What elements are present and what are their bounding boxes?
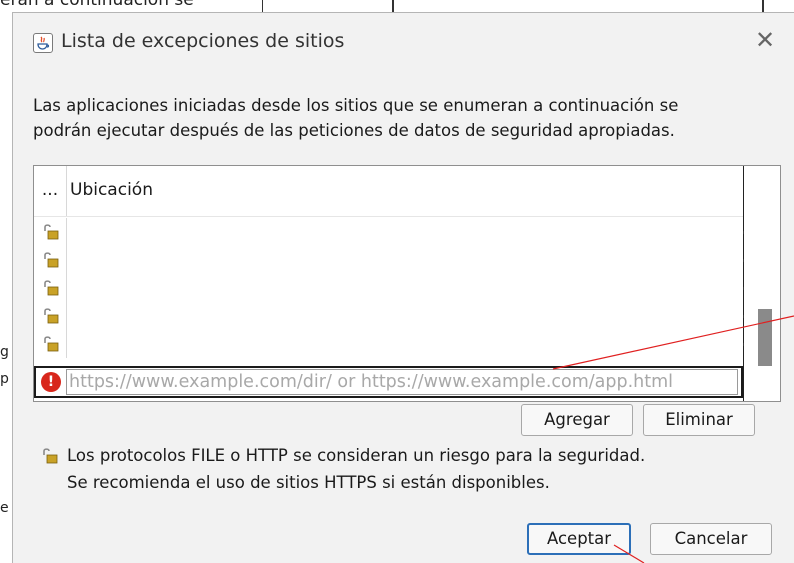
description-line: podrán ejecutar después de las peticione…: [33, 121, 675, 140]
background-divider: [762, 0, 764, 12]
table-edit-row[interactable]: !: [34, 366, 743, 398]
column-header-location[interactable]: Ubicación: [70, 166, 153, 216]
row-icon-cell: [34, 274, 67, 302]
background-divider: [392, 0, 394, 12]
unlocked-padlock-icon: [44, 252, 59, 268]
title-bar[interactable]: Lista de excepciones de sitios ✕: [13, 13, 794, 71]
unlocked-padlock-icon: [44, 308, 59, 324]
unlocked-padlock-icon: [43, 448, 58, 464]
dialog-title: Lista de excepciones de sitios: [61, 30, 345, 52]
background-fragment: e: [0, 500, 9, 516]
site-list-table: ... Ubicación ! https://www.example.com/…: [33, 165, 781, 402]
close-button[interactable]: ✕: [750, 25, 780, 55]
unlocked-padlock-icon: [44, 336, 59, 352]
warning-text: Se recomienda el uso de sitios HTTPS si …: [67, 473, 550, 492]
row-icon-cell: [34, 246, 67, 274]
site-exception-dialog: Lista de excepciones de sitios ✕ Las apl…: [12, 12, 794, 563]
row-icon-cell: !: [36, 368, 66, 396]
row-icon-cell: [34, 330, 67, 358]
table-row[interactable]: [34, 330, 746, 359]
java-icon: [33, 33, 53, 53]
row-icon-cell: [34, 302, 67, 330]
table-row[interactable]: [34, 246, 746, 275]
ok-button[interactable]: Aceptar: [527, 523, 631, 555]
remove-button[interactable]: Eliminar: [643, 404, 755, 436]
close-icon: ✕: [754, 26, 776, 54]
vertical-scrollbar[interactable]: [744, 166, 780, 401]
error-icon: !: [41, 372, 61, 392]
table-header: ... Ubicación: [34, 166, 743, 217]
background-fragment: g: [0, 344, 9, 360]
add-button[interactable]: Agregar: [521, 404, 633, 436]
table-row[interactable]: [34, 274, 746, 303]
unlocked-padlock-icon: [44, 224, 59, 240]
table-row[interactable]: [34, 218, 746, 247]
location-input[interactable]: [66, 369, 738, 395]
table-body: ... Ubicación ! https://www.example.com/…: [34, 166, 746, 401]
unlocked-padlock-icon: [44, 280, 59, 296]
background-divider: [262, 0, 263, 12]
cancel-button[interactable]: Cancelar: [650, 523, 772, 555]
warning-text: Los protocolos FILE o HTTP se consideran…: [67, 446, 646, 465]
table-row[interactable]: [34, 302, 746, 331]
scrollbar-thumb[interactable]: [758, 309, 772, 366]
column-header-icon[interactable]: ...: [34, 166, 67, 216]
dialog-description: Las aplicaciones iniciadas desde los sit…: [33, 93, 773, 143]
background-fragment: p: [0, 371, 9, 387]
row-icon-cell: [34, 218, 67, 246]
description-line: Las aplicaciones iniciadas desde los sit…: [33, 96, 679, 115]
background-window-text: eran a continuación se: [0, 0, 194, 10]
